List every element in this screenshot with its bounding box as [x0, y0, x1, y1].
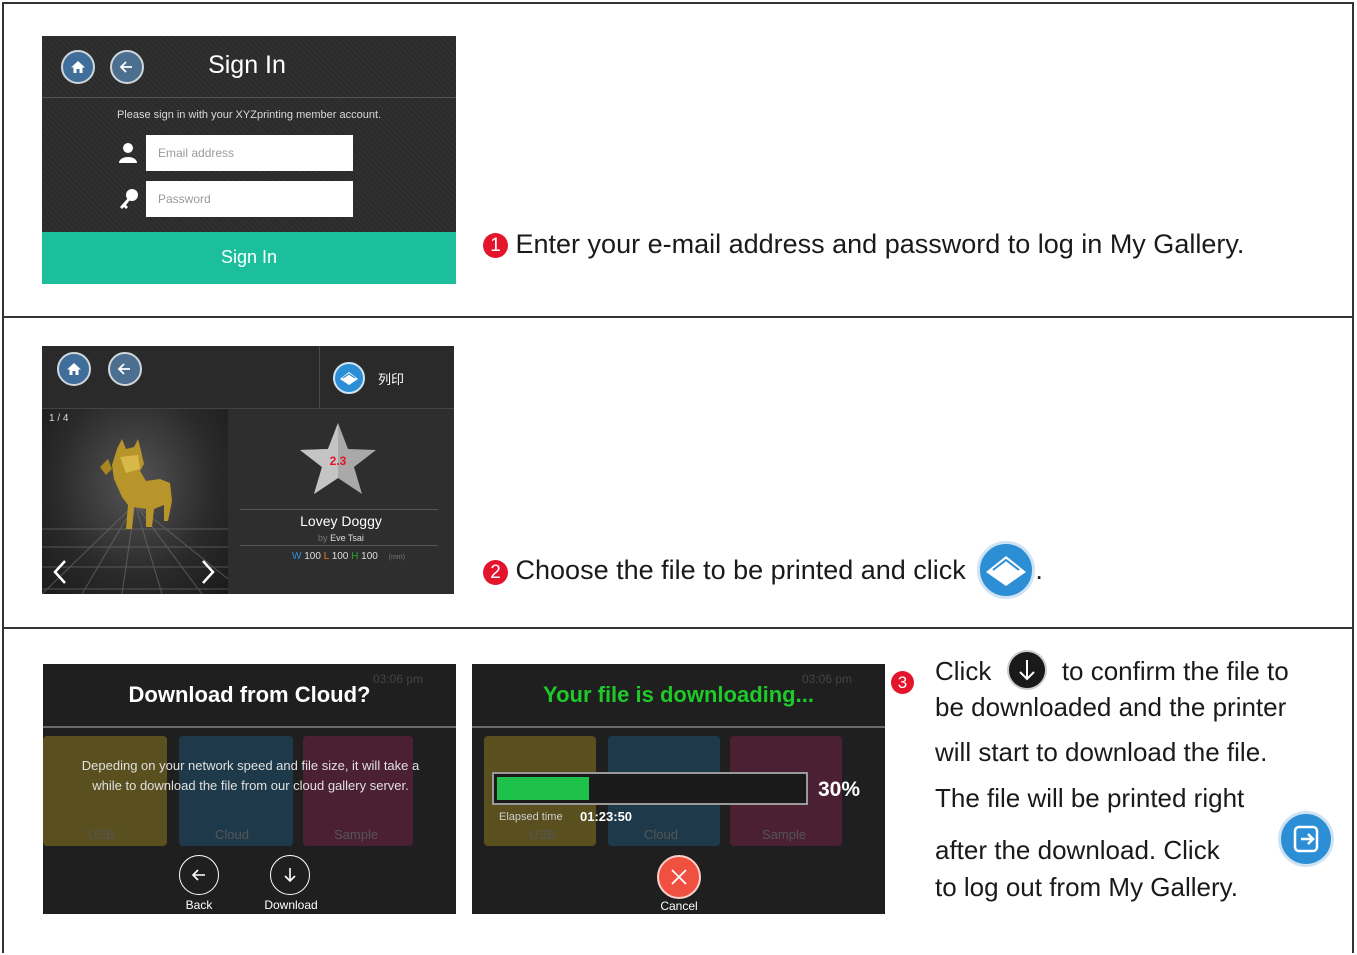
elapsed-label: Elapsed time [499, 811, 563, 823]
chevron-left-icon[interactable] [52, 559, 68, 585]
cloud-tile-label: Cloud [215, 827, 249, 842]
home-icon [71, 61, 85, 73]
by-label: by [318, 533, 328, 543]
info-divider [240, 509, 438, 510]
dim-h-label: H [351, 551, 359, 562]
step-2-text: Choose the file to be printed and click [515, 555, 966, 586]
cancel-button[interactable] [657, 855, 701, 899]
row-divider [2, 316, 1354, 318]
sample-tile-label: Sample [762, 827, 807, 842]
arrow-left-icon [117, 363, 130, 375]
gallery-screen: 列印 1 / 4 2.3 Lovey Doggy by Eve Tsai W 1… [42, 346, 454, 594]
password-field[interactable]: Password [146, 181, 353, 217]
progress-percent: 30% [818, 778, 861, 801]
arrow-down-icon [284, 868, 296, 883]
downloading-screen: 03:06 pm Your file is downloading... USB… [472, 664, 885, 914]
row-divider [2, 627, 1354, 629]
arrow-left-icon [119, 61, 132, 73]
progress-bar [492, 772, 808, 805]
header-divider [42, 97, 456, 98]
page-counter: 1 / 4 [49, 413, 69, 424]
step-2-period: . [1035, 555, 1043, 586]
step-1-text: Enter your e-mail address and password t… [515, 229, 1245, 259]
step-1-caption: 1 Enter your e-mail address and password… [483, 229, 1244, 260]
sign-in-prompt: Please sign in with your XYZprinting mem… [116, 109, 382, 121]
download-label: Download [264, 898, 318, 912]
logout-icon-inline [1278, 811, 1334, 867]
home-button[interactable] [57, 352, 91, 386]
home-button[interactable] [61, 50, 95, 84]
dialog-title: Download from Cloud? [128, 682, 371, 707]
step-1-badge: 1 [483, 233, 508, 259]
step-3-line-1-before: Click [935, 655, 992, 686]
dim-w-label: W [292, 551, 302, 562]
info-divider [240, 545, 438, 546]
screen-title: Sign In [208, 51, 286, 79]
step-3-badge: 3 [891, 671, 914, 694]
arrow-left-icon [191, 869, 205, 881]
header-separator [319, 346, 320, 408]
step-3-badge-wrap: 3 [891, 671, 914, 694]
step-3-line-5: after the download. Click [935, 835, 1220, 865]
step-2-badge: 2 [483, 559, 508, 585]
dim-h-value: 100 [361, 551, 378, 562]
sign-in-screen: Sign In Please sign in with your XYZprin… [42, 36, 456, 284]
dim-l-value: 100 [331, 551, 349, 562]
print-label: 列印 [378, 372, 405, 387]
download-button[interactable] [270, 855, 310, 895]
step-3-line-3: will start to download the file. [935, 737, 1268, 767]
sign-in-button[interactable]: Sign In [42, 232, 456, 284]
step-3-line-6: to log out from My Gallery. [935, 872, 1238, 902]
back-label: Back [185, 898, 213, 912]
print-button[interactable] [333, 362, 365, 394]
step-3-line-2: be downloaded and the printer [935, 692, 1287, 722]
title-divider [472, 726, 885, 728]
download-confirm-screen: 03:06 pm Download from Cloud? USB Cloud … [43, 664, 456, 914]
rating-value: 2.3 [329, 454, 347, 468]
back-button[interactable] [108, 352, 142, 386]
user-icon [119, 143, 137, 163]
model-dimensions: W 100 L 100 H 100 (mm) [292, 551, 405, 562]
home-icon [67, 363, 81, 375]
model-preview[interactable]: 1 / 4 [42, 409, 228, 594]
download-icon-inline [1006, 650, 1047, 690]
model-info-panel: 2.3 Lovey Doggy by Eve Tsai W 100 L 100 … [228, 409, 454, 594]
back-button[interactable] [179, 855, 219, 895]
downloading-title: Your file is downloading... [543, 682, 814, 707]
author-line: by Eve Tsai [228, 533, 454, 543]
dim-w-value: 100 [304, 551, 321, 562]
step-2-caption: 2 Choose the file to be printed and clic… [483, 541, 1043, 601]
chevron-right-icon[interactable] [200, 559, 216, 585]
logout-icon [1293, 825, 1319, 853]
dim-unit: (mm) [388, 554, 405, 561]
model-name: Lovey Doggy [300, 513, 382, 529]
back-button[interactable] [110, 50, 144, 84]
elapsed-value: 01:23:50 [580, 809, 633, 824]
dim-l-label: L [323, 551, 329, 562]
print-icon [340, 372, 358, 385]
email-field[interactable]: Email address [146, 135, 353, 171]
cloud-tile-label: Cloud [644, 827, 678, 842]
print-icon-inline [977, 541, 1036, 599]
title-divider [43, 726, 456, 728]
step-3-line-1-after: to confirm the file to [1061, 655, 1289, 686]
close-icon [671, 869, 687, 885]
author-name: Eve Tsai [330, 533, 364, 543]
dialog-message: Depeding on your network speed and file … [81, 758, 420, 793]
sample-tile-label: Sample [334, 827, 379, 842]
progress-fill [497, 777, 589, 800]
usb-tile-label: USB [529, 827, 556, 842]
cancel-label: Cancel [660, 899, 698, 913]
step-3-line-1: Click to confirm the file to [935, 650, 1289, 693]
key-icon [120, 189, 138, 209]
step-3-line-4: The file will be printed right [935, 783, 1245, 813]
usb-tile-label: USB [88, 827, 115, 842]
